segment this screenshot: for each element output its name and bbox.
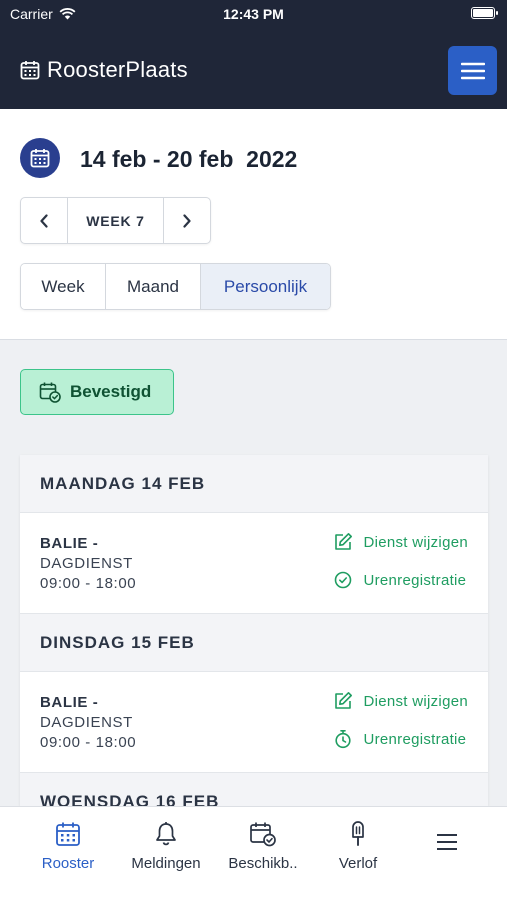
time-registration-label: Urenregistratie	[363, 571, 467, 589]
tab-maand[interactable]: Maand	[106, 264, 201, 309]
day-header: WOENSDAG 16 FEB	[20, 773, 488, 806]
tab-beschikbaarheid[interactable]: Beschikb..	[222, 807, 304, 900]
hamburger-icon	[460, 62, 485, 79]
edit-shift-button[interactable]: Dienst wijzigen	[333, 691, 468, 711]
shift-time: 09:00 - 18:00	[40, 734, 137, 751]
tab-verlof-label: Verlof	[338, 855, 378, 872]
week-navigator: WEEK 7	[20, 197, 211, 244]
date-range-title: 14 feb - 20 feb 2022	[80, 146, 298, 172]
brand-logo[interactable]: RoosterPlaats	[20, 57, 188, 83]
chevron-right-icon	[183, 213, 191, 228]
app-header: RoosterPlaats	[0, 28, 507, 109]
date-panel: 14 feb - 20 feb 2022 WEEK 7 Week Maand P…	[0, 109, 507, 340]
edit-icon	[335, 533, 353, 550]
edit-shift-button[interactable]: Dienst wijzigen	[333, 532, 468, 552]
tab-meldingen-label: Meldingen	[131, 855, 201, 872]
clock: 12:43 PM	[223, 6, 284, 22]
stopwatch-icon	[335, 729, 352, 749]
chevron-left-icon	[40, 213, 48, 228]
time-registration-button[interactable]: Urenregistratie	[333, 729, 466, 749]
shift-row[interactable]: BALIE - DAGDIENST 09:00 - 18:00 Dienst w…	[20, 513, 488, 614]
tab-verlof[interactable]: Verlof	[326, 807, 390, 900]
shift-info: BALIE - DAGDIENST 09:00 - 18:00	[40, 534, 136, 594]
shift-time: 09:00 - 18:00	[40, 575, 137, 592]
shift-location: BALIE -	[40, 694, 99, 711]
calendar-icon	[20, 61, 40, 80]
day-header: MAANDAG 14 FEB	[20, 455, 488, 513]
time-registration-button[interactable]: Urenregistratie	[333, 570, 466, 590]
time-registration-label: Urenregistratie	[363, 730, 467, 748]
calendar-check-icon	[250, 822, 276, 847]
battery-icon	[471, 7, 498, 19]
prev-week-button[interactable]	[21, 198, 67, 243]
status-bar: Carrier 12:43 PM	[0, 0, 507, 28]
check-circle-icon	[335, 571, 352, 589]
calendar-icon	[56, 822, 80, 846]
week-label: WEEK 7	[67, 198, 164, 243]
edit-icon	[335, 692, 353, 709]
tab-meldingen[interactable]: Meldingen	[125, 807, 207, 900]
shift-location: BALIE -	[40, 535, 99, 552]
bell-icon	[156, 822, 176, 846]
edit-shift-label: Dienst wijzigen	[363, 533, 468, 551]
shift-type: DAGDIENST	[40, 555, 133, 572]
next-week-button[interactable]	[164, 198, 210, 243]
tab-rooster-label: Rooster	[41, 855, 95, 872]
tab-more[interactable]	[420, 807, 474, 900]
calendar-icon	[30, 149, 50, 168]
calendar-check-icon	[39, 382, 61, 403]
view-switcher: Week Maand Persoonlijk	[20, 263, 331, 310]
edit-shift-label: Dienst wijzigen	[363, 692, 468, 710]
popsicle-icon	[352, 821, 364, 846]
day-header: DINSDAG 15 FEB	[20, 614, 488, 672]
tab-rooster[interactable]: Rooster	[28, 807, 108, 900]
shift-type: DAGDIENST	[40, 714, 133, 731]
status-badge[interactable]: Bevestigd	[20, 369, 174, 415]
shift-actions: Dienst wijzigen Urenregistratie	[333, 532, 468, 590]
menu-button[interactable]	[448, 46, 497, 95]
schedule-list: MAANDAG 14 FEB BALIE - DAGDIENST 09:00 -…	[20, 455, 488, 806]
brand-name: RoosterPlaats	[47, 57, 188, 82]
shift-info: BALIE - DAGDIENST 09:00 - 18:00	[40, 693, 136, 753]
date-badge	[20, 138, 60, 178]
hamburger-icon	[437, 834, 457, 850]
bottom-tab-bar: Rooster Meldingen Beschikb.. Verlof	[0, 806, 507, 900]
tab-beschikbaarheid-label: Beschikb..	[228, 855, 298, 872]
tab-week[interactable]: Week	[21, 264, 106, 309]
tab-persoonlijk[interactable]: Persoonlijk	[201, 264, 330, 309]
status-badge-label: Bevestigd	[70, 382, 152, 401]
shift-row[interactable]: BALIE - DAGDIENST 09:00 - 18:00 Dienst w…	[20, 672, 488, 773]
shift-actions: Dienst wijzigen Urenregistratie	[333, 691, 468, 749]
